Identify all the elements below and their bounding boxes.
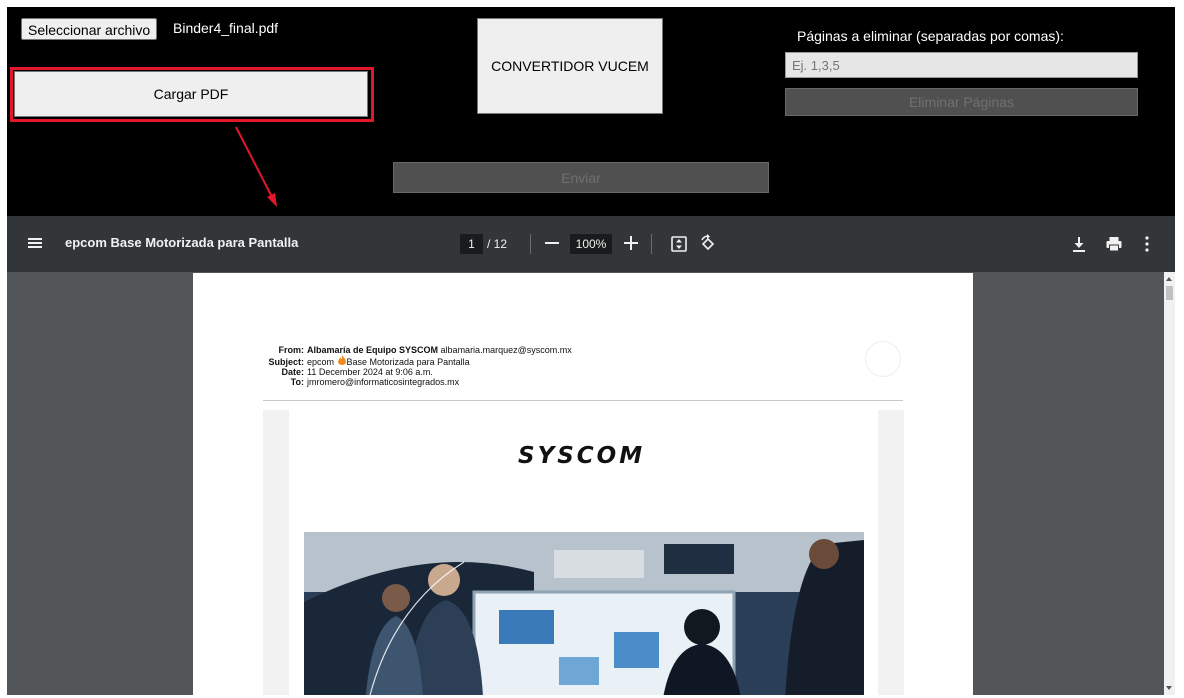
send-button[interactable]: Enviar — [393, 162, 769, 193]
zoom-level-input[interactable]: 100% — [570, 234, 612, 254]
date-label: Date: — [281, 367, 304, 377]
to-value: jmromero@informaticosintegrados.mx — [307, 377, 460, 387]
email-from-row: From: Albamaría de Equipo SYSCOM albamari… — [257, 345, 572, 355]
email-body: SYSCOM — [289, 410, 878, 695]
scrollbar-thumb[interactable] — [1166, 286, 1173, 300]
selected-file-name: Binder4_final.pdf — [173, 20, 279, 36]
zoom-out-icon[interactable] — [542, 233, 562, 253]
vucem-converter-button[interactable]: CONVERTIDOR VUCEM — [477, 18, 663, 114]
print-icon[interactable] — [1105, 235, 1123, 253]
more-options-icon[interactable] — [1141, 235, 1153, 253]
from-email: albamaria.marquez@syscom.mx — [440, 345, 572, 355]
from-label: From: — [278, 345, 305, 355]
zoom-in-icon[interactable] — [621, 233, 641, 253]
subject-prefix: epcom — [307, 357, 335, 367]
download-icon[interactable] — [1071, 235, 1087, 253]
delete-pages-button[interactable]: Eliminar Páginas — [785, 88, 1138, 116]
to-label: To: — [290, 377, 304, 387]
choose-file-button[interactable]: Seleccionar archivo — [21, 18, 158, 40]
pages-to-delete-label: Páginas a eliminar (separadas por comas)… — [797, 28, 1064, 44]
pdf-page: From: Albamaría de Equipo SYSCOM albamari… — [193, 273, 973, 695]
scroll-down-arrow-icon[interactable] — [1165, 685, 1173, 691]
vertical-scrollbar[interactable] — [1164, 272, 1175, 695]
date-value: 11 December 2024 at 9:06 a.m. — [307, 367, 433, 377]
email-date-row: Date: 11 December 2024 at 9:06 a.m. — [257, 367, 572, 377]
rotate-icon[interactable] — [698, 234, 718, 254]
header-divider — [263, 400, 903, 401]
pages-to-delete-input[interactable] — [785, 52, 1138, 78]
load-pdf-button[interactable]: Cargar PDF — [14, 71, 368, 117]
app-frame: Seleccionar archivo Binder4_final.pdf Ca… — [7, 7, 1175, 695]
scroll-up-arrow-icon[interactable] — [1165, 276, 1173, 282]
pdf-title: epcom Base Motorizada para Pantalla — [65, 235, 299, 250]
from-sender: Albamaría de Equipo SYSCOM — [307, 345, 439, 355]
pdf-viewer: epcom Base Motorizada para Pantalla 1 / … — [7, 216, 1175, 695]
fit-page-icon[interactable] — [670, 235, 688, 253]
toolbar-divider — [530, 234, 531, 254]
toolbar-divider — [651, 234, 652, 254]
pdf-toolbar: epcom Base Motorizada para Pantalla 1 / … — [7, 216, 1175, 272]
sender-avatar — [865, 341, 901, 377]
promo-photo — [304, 532, 864, 695]
menu-icon[interactable] — [27, 235, 43, 251]
page-number-input[interactable]: 1 — [460, 234, 483, 254]
email-subject-row: Subject: epcom Base Motorizada para Panta… — [257, 355, 572, 367]
email-headers: From: Albamaría de Equipo SYSCOM albamari… — [257, 345, 572, 387]
syscom-logo: SYSCOM — [518, 443, 646, 469]
subject-text: Base Motorizada para Pantalla — [346, 357, 470, 367]
subject-label: Subject: — [268, 357, 304, 367]
page-count: / 12 — [487, 237, 508, 251]
fire-icon — [337, 355, 346, 365]
email-to-row: To: jmromero@informaticosintegrados.mx — [257, 377, 572, 387]
